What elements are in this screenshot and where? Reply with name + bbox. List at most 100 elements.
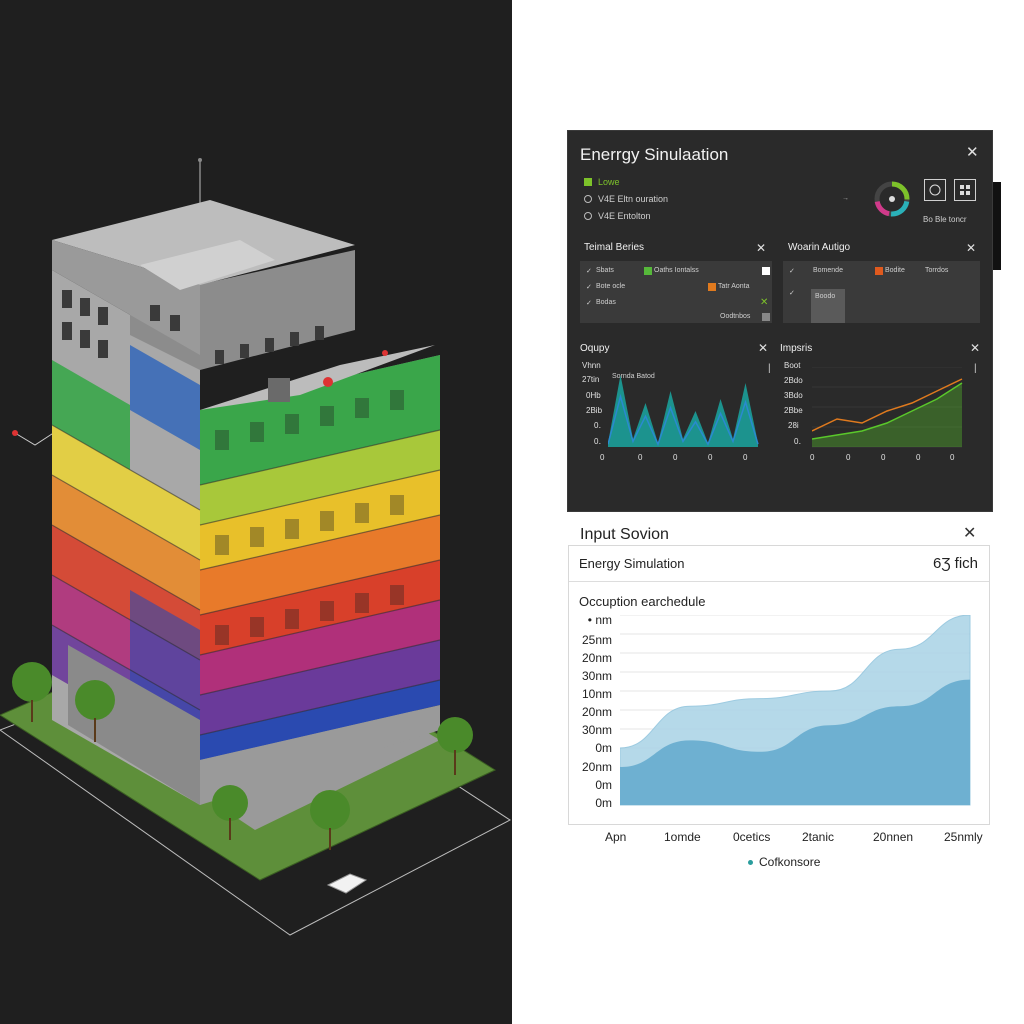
y-tick: 2Bbe: [784, 406, 803, 415]
x-tick: 0: [708, 453, 713, 462]
y-tick: 0․: [794, 437, 802, 446]
row-label: Sbats: [596, 267, 614, 274]
legend-item-radio-2[interactable]: V4E Entolton: [584, 211, 651, 221]
y-tick: 20nm: [581, 760, 612, 774]
controls-label: Bo Ble toncr: [923, 215, 967, 224]
target-icon[interactable]: [924, 179, 946, 201]
row-swatch: [762, 313, 770, 321]
checkbox[interactable]: [762, 267, 770, 275]
legend-item-radio-1[interactable]: V4E Eltn ouration: [584, 194, 668, 204]
y-tick: 10nm: [581, 687, 612, 701]
thermal-card-body: ✓ Sbats Oaths Iontalss ✓ Bote ocle Tatr …: [580, 261, 772, 323]
x-tick: 0: [743, 453, 748, 462]
legend-label: V4E Entolton: [598, 211, 651, 221]
panel-header: Energy Simulation 6Ʒ fich: [569, 546, 989, 582]
legend-label: V4E Eltn ouration: [598, 194, 669, 204]
y-tick: 30nm: [581, 723, 612, 737]
screen: Enerrgy Sinulaation ✕ Lowe V4E Eltn oura…: [0, 0, 1024, 1024]
legend-dot: [748, 859, 753, 865]
legend-label: Lowe: [598, 177, 620, 187]
building-viewport[interactable]: [0, 0, 512, 1024]
close-icon[interactable]: ✕: [756, 242, 766, 254]
chart-legend[interactable]: Cofkonsore: [748, 855, 820, 869]
header-label: Energy Simulation: [579, 556, 685, 571]
y-tick: 20nm: [581, 705, 612, 719]
warming-card-body: ✓ Bomende Bodite Torrdos ✓ Boodo: [783, 261, 980, 323]
row-value: Oaths Iontalss: [654, 267, 699, 274]
header-value: 6Ʒ fich: [933, 555, 979, 572]
x-mark[interactable]: ✕: [760, 297, 768, 308]
warming-card-title: Woarin Autigo: [788, 242, 851, 253]
close-icon[interactable]: ✕: [966, 145, 979, 160]
legend-swatch: [584, 178, 592, 186]
y-tick: 27tin: [582, 375, 600, 384]
occupancy-schedule-chart[interactable]: [620, 615, 980, 815]
check-icon: ✓: [586, 300, 592, 307]
y-tick: 0m: [595, 741, 612, 755]
radio-icon: [584, 195, 592, 203]
selected-tile[interactable]: Boodo: [811, 289, 845, 323]
row-value: Oodtnbos: [720, 313, 751, 320]
y-tick: 0m: [595, 778, 612, 792]
row-value: Bodite: [885, 267, 905, 274]
building-illustration: [0, 158, 511, 936]
y-tick: 0․: [594, 421, 602, 430]
imports-area: [812, 383, 962, 447]
y-tick: 2Bib: [586, 406, 603, 415]
occupancy-card-title: Oqupy: [580, 343, 610, 354]
y-tick: 28i: [788, 421, 799, 430]
check-icon: ✓: [586, 268, 592, 275]
legend-item-lowe[interactable]: Lowe: [584, 177, 620, 187]
x-tick: 0: [846, 453, 851, 462]
occupancy-chart[interactable]: [608, 367, 760, 449]
x-tick: Apn: [605, 830, 627, 844]
row-label: Bote ocle: [596, 283, 626, 290]
x-tick: 1omde: [664, 830, 701, 844]
y-tick: 3Bdo: [784, 391, 803, 400]
y-tick: Boot: [784, 361, 801, 370]
panel-title: Enerrgy Sinulaation: [580, 145, 729, 164]
chart-title: Occuption earchedule: [579, 594, 706, 609]
row-swatch: [875, 267, 883, 275]
x-tick: 0: [638, 453, 643, 462]
x-tick: 25nmly: [944, 830, 983, 844]
x-tick: 0: [673, 453, 678, 462]
y-tick: 2Bdo: [784, 376, 803, 385]
scroll-marker: |: [768, 363, 771, 374]
y-tick: Vhnn: [582, 361, 601, 370]
x-tick: 0: [881, 453, 886, 462]
row-value: Torrdos: [925, 267, 949, 274]
check-icon: ✓: [789, 268, 795, 275]
y-tick: 30nm: [581, 669, 612, 683]
energy-simulation-panel: Enerrgy Sinulaation ✕ Lowe V4E Eltn oura…: [567, 130, 993, 512]
radio-icon: [584, 212, 592, 220]
y-tick: • nm: [587, 613, 612, 627]
panel-side-tab[interactable]: [993, 182, 1001, 270]
thermal-card-title: Teimal Beries: [584, 242, 645, 253]
close-icon[interactable]: ✕: [963, 526, 976, 542]
check-icon: ✓: [586, 284, 592, 291]
close-icon[interactable]: ✕: [966, 242, 976, 254]
input-panel-title: Input Sovion: [580, 526, 669, 543]
x-tick: 0: [950, 453, 955, 462]
x-tick: 20nnen: [873, 830, 914, 844]
y-tick: 0m: [595, 796, 612, 810]
x-tick: 0: [600, 453, 605, 462]
tile-label: Boodo: [815, 293, 836, 300]
y-tick: 20nm: [581, 651, 612, 665]
x-tick: 2tanic: [802, 830, 835, 844]
car: [326, 873, 368, 894]
y-tick: 0․: [594, 437, 602, 446]
y-tick: 0Hb: [586, 391, 601, 400]
grid-icon[interactable]: [954, 179, 976, 201]
close-icon[interactable]: ✕: [970, 342, 980, 354]
row-swatch: [708, 283, 716, 291]
close-icon[interactable]: ✕: [758, 342, 768, 354]
row-value: Tatr Aonta: [718, 283, 750, 290]
donut-gauge-icon[interactable]: [870, 177, 914, 221]
x-tick: 0cetics: [733, 830, 771, 844]
x-tick: 0: [916, 453, 921, 462]
x-tick: 0: [810, 453, 815, 462]
row-label: Bodas: [596, 299, 616, 306]
imports-chart[interactable]: [812, 367, 964, 449]
